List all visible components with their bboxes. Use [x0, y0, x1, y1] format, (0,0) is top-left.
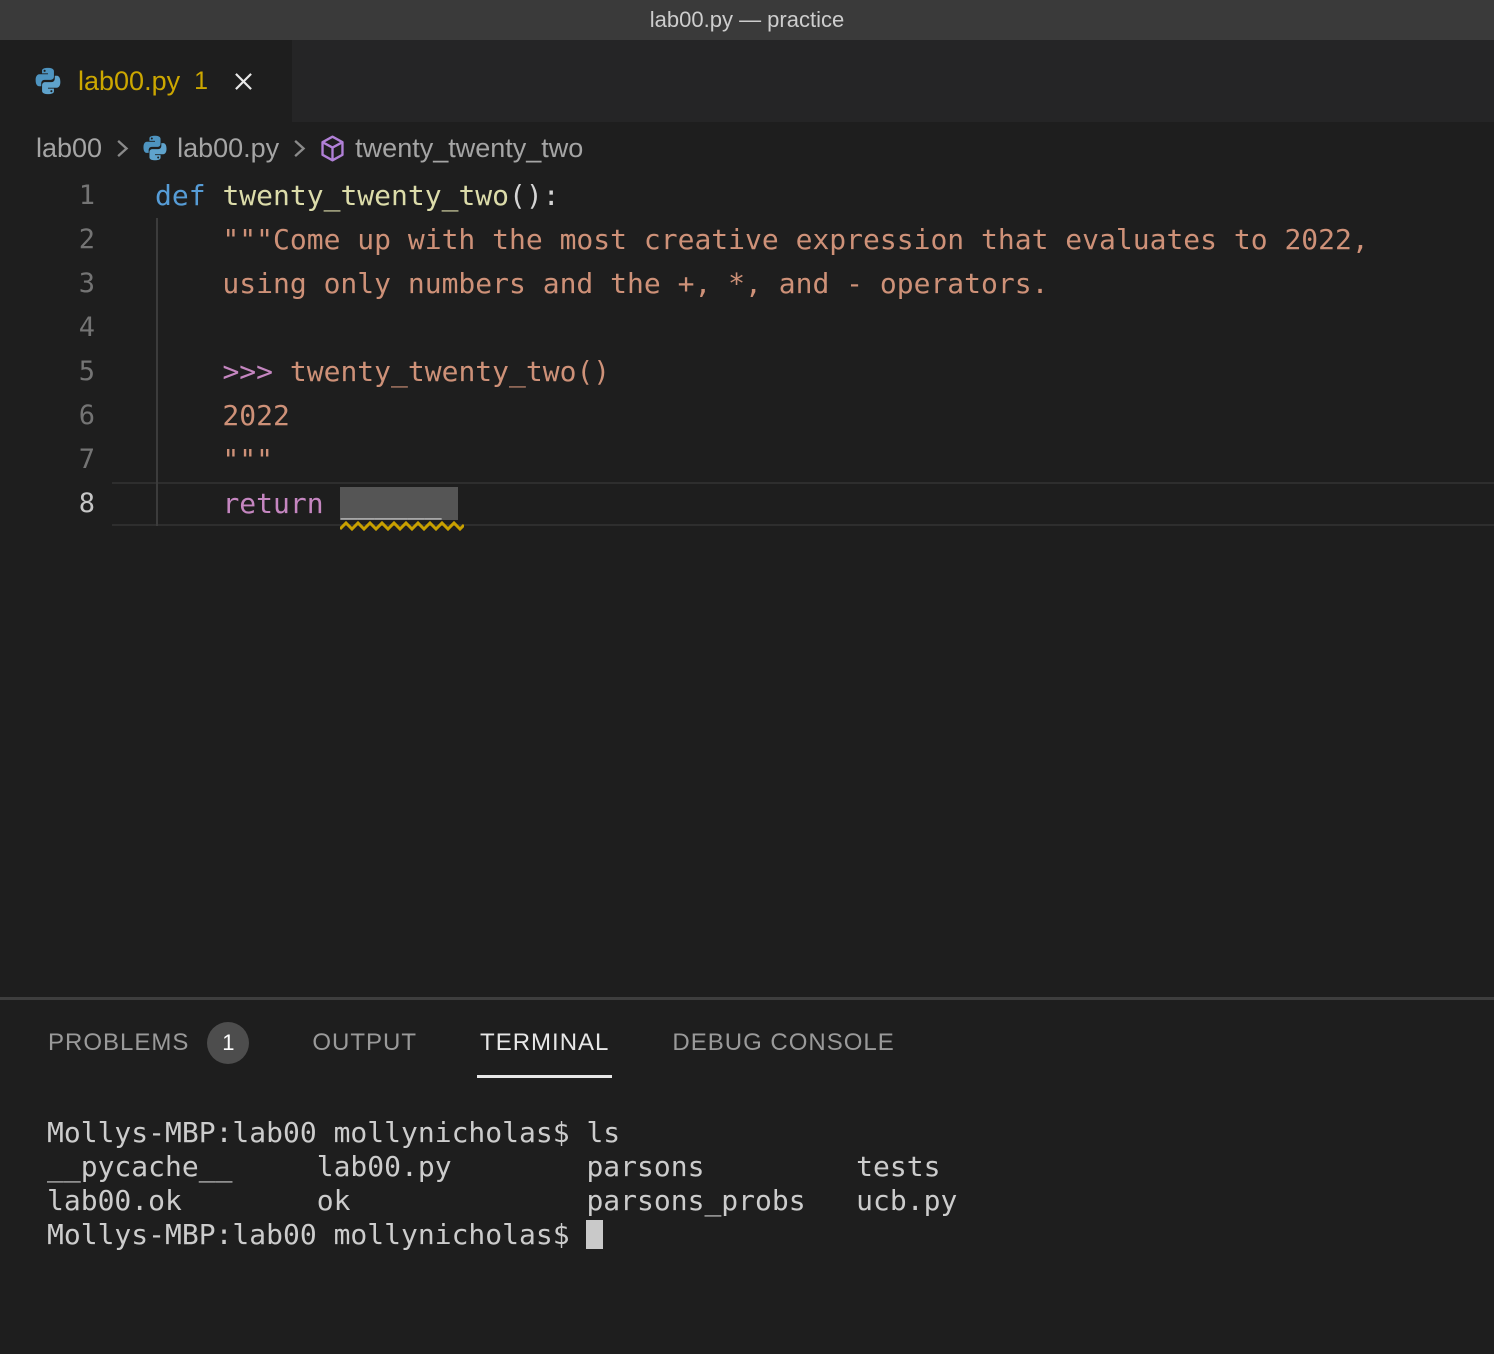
- tab-problem-count: 1: [194, 67, 208, 96]
- line-content[interactable]: """: [112, 438, 1494, 482]
- panel-divider[interactable]: [0, 997, 1494, 1000]
- code-token: """Come up with the most creative expres…: [155, 223, 1369, 256]
- chevron-right-icon: [108, 135, 135, 162]
- line-content[interactable]: def twenty_twenty_two():: [112, 174, 1494, 218]
- terminal-line: __pycache__ lab00.py parsons tests: [47, 1150, 957, 1184]
- breadcrumb: lab00 lab00.py twenty_twenty_two: [36, 122, 583, 174]
- panel-tab-label: TERMINAL: [480, 1029, 609, 1057]
- terminal-output[interactable]: Mollys-MBP:lab00 mollynicholas$ ls__pyca…: [47, 1116, 957, 1252]
- breadcrumb-item-label: lab00: [36, 133, 102, 164]
- line-content[interactable]: return ______: [112, 482, 1494, 526]
- code-token: def: [155, 179, 222, 212]
- line-number: 3: [0, 262, 95, 306]
- panel-tab-bar: PROBLEMS 1 OUTPUT TERMINAL DEBUG CONSOLE: [45, 1010, 898, 1078]
- code-line[interactable]: 1 def twenty_twenty_two():: [0, 174, 1494, 218]
- indent-guide: [156, 350, 158, 394]
- indent-guide: [156, 438, 158, 482]
- line-number: 4: [0, 306, 95, 350]
- python-icon: [141, 134, 169, 162]
- code-token: """: [155, 443, 273, 476]
- terminal-cursor[interactable]: [586, 1220, 603, 1249]
- code-line[interactable]: 5 >>> twenty_twenty_two(): [0, 350, 1494, 394]
- code-token: return: [222, 487, 340, 520]
- code-token: ():: [509, 179, 560, 212]
- code-editor[interactable]: 1def twenty_twenty_two():2 """Come up wi…: [0, 174, 1494, 526]
- code-token: >>>: [222, 355, 273, 388]
- code-token: 2022: [155, 399, 290, 432]
- panel-tab-label: DEBUG CONSOLE: [672, 1029, 894, 1057]
- line-number: 1: [0, 174, 95, 218]
- panel-tab-terminal[interactable]: TERMINAL: [477, 1010, 612, 1078]
- breadcrumb-item[interactable]: lab00: [36, 133, 102, 164]
- line-number: 8: [0, 482, 95, 526]
- tab-lab00-py[interactable]: lab00.py 1: [0, 40, 292, 122]
- code-line[interactable]: 4: [0, 306, 1494, 350]
- indent-guide: [156, 306, 158, 350]
- code-line[interactable]: 6 2022: [0, 394, 1494, 438]
- line-number: 2: [0, 218, 95, 262]
- panel-tab-problems[interactable]: PROBLEMS 1: [45, 1010, 252, 1078]
- terminal-prompt-line: Mollys-MBP:lab00 mollynicholas$: [47, 1218, 957, 1252]
- breadcrumb-item-label: twenty_twenty_two: [355, 133, 583, 164]
- selected-text[interactable]: ______: [340, 487, 458, 520]
- editor-tab-bar: lab00.py 1: [0, 40, 1494, 122]
- code-line[interactable]: 7 """: [0, 438, 1494, 482]
- panel-tab-label: PROBLEMS: [48, 1029, 189, 1057]
- code-token: using only numbers and the +, *, and - o…: [155, 267, 1048, 300]
- python-file-icon: [33, 66, 63, 96]
- code-token: twenty_twenty_two: [222, 179, 509, 212]
- code-token: [155, 355, 222, 388]
- code-line[interactable]: 8 return ______: [0, 482, 1494, 526]
- line-content[interactable]: 2022: [112, 394, 1494, 438]
- chevron-right-icon: [285, 135, 312, 162]
- line-number: 7: [0, 438, 95, 482]
- code-line[interactable]: 2 """Come up with the most creative expr…: [0, 218, 1494, 262]
- code-line[interactable]: 3 using only numbers and the +, *, and -…: [0, 262, 1494, 306]
- breadcrumb-item[interactable]: twenty_twenty_two: [318, 133, 583, 164]
- indent-guide: [156, 262, 158, 306]
- terminal-line: lab00.ok ok parsons_probs ucb.py: [47, 1184, 957, 1218]
- line-content[interactable]: [112, 306, 1494, 350]
- panel-tab-output[interactable]: OUTPUT: [309, 1010, 420, 1078]
- terminal-line: Mollys-MBP:lab00 mollynicholas$ ls: [47, 1116, 957, 1150]
- symbol-method-icon: [318, 134, 347, 163]
- indent-guide: [156, 482, 158, 526]
- indent-guide: [156, 394, 158, 438]
- indent-guide: [156, 218, 158, 262]
- panel-tab-label: OUTPUT: [312, 1029, 417, 1057]
- breadcrumb-item-label: lab00.py: [177, 133, 279, 164]
- line-number: 5: [0, 350, 95, 394]
- terminal-prompt: Mollys-MBP:lab00 mollynicholas$: [47, 1218, 586, 1251]
- tab-label: lab00.py: [78, 66, 180, 97]
- code-token: [155, 487, 222, 520]
- line-content[interactable]: >>> twenty_twenty_two(): [112, 350, 1494, 394]
- breadcrumb-item[interactable]: lab00.py: [141, 133, 279, 164]
- problems-count-badge: 1: [207, 1022, 249, 1064]
- panel-tab-debug-console[interactable]: DEBUG CONSOLE: [669, 1010, 897, 1078]
- warning-squiggle-icon: [340, 521, 464, 531]
- window-titlebar: lab00.py — practice: [0, 0, 1494, 40]
- line-number: 6: [0, 394, 95, 438]
- line-content[interactable]: using only numbers and the +, *, and - o…: [112, 262, 1494, 306]
- line-content[interactable]: """Come up with the most creative expres…: [112, 218, 1494, 262]
- window-title: lab00.py — practice: [650, 7, 844, 33]
- code-token: twenty_twenty_two(): [273, 355, 610, 388]
- close-icon[interactable]: [230, 68, 257, 95]
